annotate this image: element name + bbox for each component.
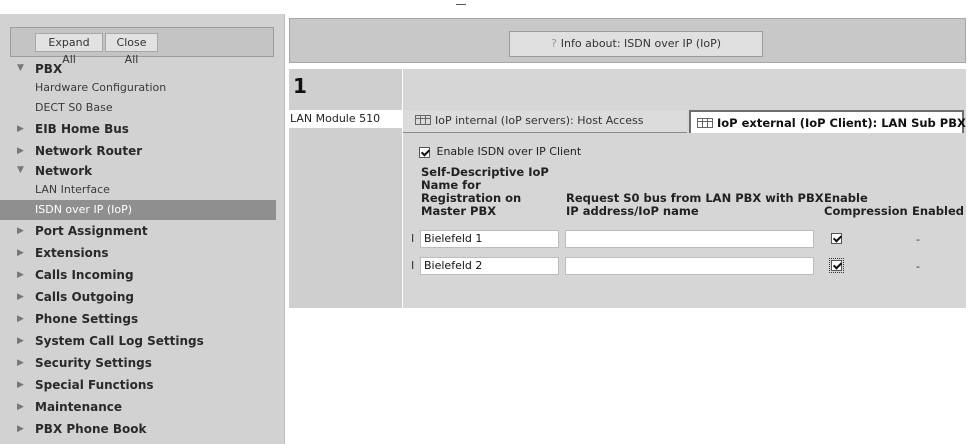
sidebar-toolbar: Expand All Close All — [10, 27, 274, 66]
sidebar-item-extensions[interactable]: ▶ Extensions — [0, 242, 284, 264]
module-name[interactable]: LAN Module 510 — [289, 110, 402, 128]
sidebar-item-pbx[interactable]: ▼ PBX — [0, 60, 284, 78]
tab-label: IoP external (IoP Client): LAN Sub PBX — [717, 116, 966, 130]
iop-name-input[interactable]: Bielefeld 2 — [420, 257, 559, 275]
enabled-status: - — [916, 233, 920, 246]
sidebar-item-eib-home-bus[interactable]: ▶ EIB Home Bus — [0, 118, 284, 140]
enabled-status: - — [916, 260, 920, 273]
sidebar-item-label: Calls Incoming — [35, 268, 134, 282]
header-line: IP address/IoP name — [566, 204, 699, 218]
sidebar-item-label: EIB Home Bus — [35, 122, 129, 136]
sidebar-item-label: Port Assignment — [35, 224, 148, 238]
enable-iop-client-row: Enable ISDN over IP Client — [419, 145, 581, 158]
column-header-enabled: Enabled — [912, 204, 965, 218]
sidebar-item-label: Special Functions — [35, 378, 154, 392]
header-line: Compression — [824, 204, 908, 218]
sidebar-subitem-dect-s0-base[interactable]: DECT S0 Base — [0, 98, 284, 118]
collapsed-triangle-icon: ▶ — [17, 292, 24, 302]
compression-checkbox[interactable] — [831, 233, 842, 244]
collapsed-triangle-icon: ▶ — [17, 314, 24, 324]
top-strip — [0, 0, 969, 14]
collapsed-triangle-icon: ▶ — [17, 124, 24, 134]
sidebar-subitem-isdn-over-ip[interactable]: ISDN over IP (IoP) — [0, 200, 276, 220]
collapsed-triangle-icon: ▶ — [17, 270, 24, 280]
sidebar-item-label: Security Settings — [35, 356, 152, 370]
sidebar-item-pbx-phone-book[interactable]: ▶ PBX Phone Book — [0, 418, 284, 440]
iop-name-input[interactable]: Bielefeld 1 — [420, 230, 559, 248]
module-column: 1 LAN Module 510 — [289, 69, 402, 308]
compression-checkbox[interactable] — [829, 258, 844, 273]
sidebar-item-label: Phone Settings — [35, 312, 139, 326]
enable-iop-client-label: Enable ISDN over IP Client — [436, 145, 582, 158]
sidebar-item-network-router[interactable]: ▶ Network Router — [0, 140, 284, 162]
row-marker: I — [411, 232, 415, 245]
collapsed-triangle-icon: ▶ — [17, 358, 24, 368]
sidebar-item-phone-settings[interactable]: ▶ Phone Settings — [0, 308, 284, 330]
sidebar-item-network[interactable]: ▼ Network — [0, 162, 284, 180]
expanded-triangle-icon: ▼ — [17, 63, 24, 73]
module-number: 1 — [293, 74, 307, 98]
column-header-request: Request S0 bus from LAN PBX with PBX IP … — [566, 192, 824, 218]
main-area: ? Info about: ISDN over IP (IoP) 1 LAN Mo… — [285, 14, 969, 444]
tab-label: IoP internal (IoP servers): Host Access — [435, 114, 644, 127]
sidebar-subitem-lan-interface[interactable]: LAN Interface — [0, 180, 284, 200]
sidebar: Expand All Close All ▼ PBX Hardware Conf… — [0, 14, 285, 444]
help-icon: ? — [550, 37, 557, 50]
sidebar-item-system-call-log-settings[interactable]: ▶ System Call Log Settings — [0, 330, 284, 352]
lan-pbx-address-input[interactable] — [565, 257, 814, 275]
sidebar-item-label: System Call Log Settings — [35, 334, 204, 348]
collapsed-triangle-icon: ▶ — [17, 424, 24, 434]
sidebar-item-calls-incoming[interactable]: ▶ Calls Incoming — [0, 264, 284, 286]
sidebar-item-label: Network Router — [35, 144, 143, 158]
column-header-compression: Enable Compression — [824, 192, 908, 218]
config-panel: IoP internal (IoP servers): Host Access … — [403, 69, 966, 308]
collapsed-triangle-icon: ▶ — [17, 336, 24, 346]
collapsed-triangle-icon: ▶ — [17, 226, 24, 236]
sidebar-item-calls-outgoing[interactable]: ▶ Calls Outgoing — [0, 286, 284, 308]
row-marker: I — [411, 259, 415, 272]
collapsed-triangle-icon: ▶ — [17, 248, 24, 258]
info-button[interactable]: ? Info about: ISDN over IP (IoP) — [509, 31, 763, 57]
sidebar-item-label: PBX Phone Book — [35, 422, 147, 436]
sidebar-item-port-assignment[interactable]: ▶ Port Assignment — [0, 220, 284, 242]
sidebar-item-label: Network — [35, 164, 93, 178]
column-header-name: Self-Descriptive IoP Name for Registrati… — [421, 166, 549, 218]
tab-content: Enable ISDN over IP Client Self-Descript… — [403, 133, 966, 308]
info-button-label: Info about: ISDN over IP (IoP) — [560, 37, 722, 50]
expand-all-button[interactable]: Expand All — [35, 33, 103, 66]
close-all-button[interactable]: Close All — [105, 33, 158, 66]
info-bar: ? Info about: ISDN over IP (IoP) — [289, 18, 966, 63]
sidebar-item-label: Extensions — [35, 246, 109, 260]
sidebar-nav: ▼ PBX Hardware Configuration DECT S0 Bas… — [0, 60, 284, 440]
collapsed-triangle-icon: ▶ — [17, 380, 24, 390]
tab-iop-external[interactable]: IoP external (IoP Client): LAN Sub PBX — [689, 110, 966, 133]
table-icon — [697, 117, 713, 128]
tab-iop-internal[interactable]: IoP internal (IoP servers): Host Access — [403, 110, 687, 133]
enable-iop-client-checkbox[interactable] — [419, 146, 430, 158]
lan-pbx-address-input[interactable] — [565, 230, 814, 248]
sidebar-item-label: Maintenance — [35, 400, 123, 414]
sidebar-item-security-settings[interactable]: ▶ Security Settings — [0, 352, 284, 374]
sidebar-subitem-hardware-configuration[interactable]: Hardware Configuration — [0, 78, 284, 98]
sidebar-item-label: PBX — [35, 62, 63, 76]
expanded-triangle-icon: ▼ — [17, 165, 24, 175]
collapsed-triangle-icon: ▶ — [17, 402, 24, 412]
sidebar-item-label: Calls Outgoing — [35, 290, 135, 304]
header-line: Master PBX — [421, 204, 497, 218]
sidebar-item-maintenance[interactable]: ▶ Maintenance — [0, 396, 284, 418]
window-minimize-mark — [456, 4, 466, 5]
sidebar-item-special-functions[interactable]: ▶ Special Functions — [0, 374, 284, 396]
table-icon — [415, 115, 431, 125]
